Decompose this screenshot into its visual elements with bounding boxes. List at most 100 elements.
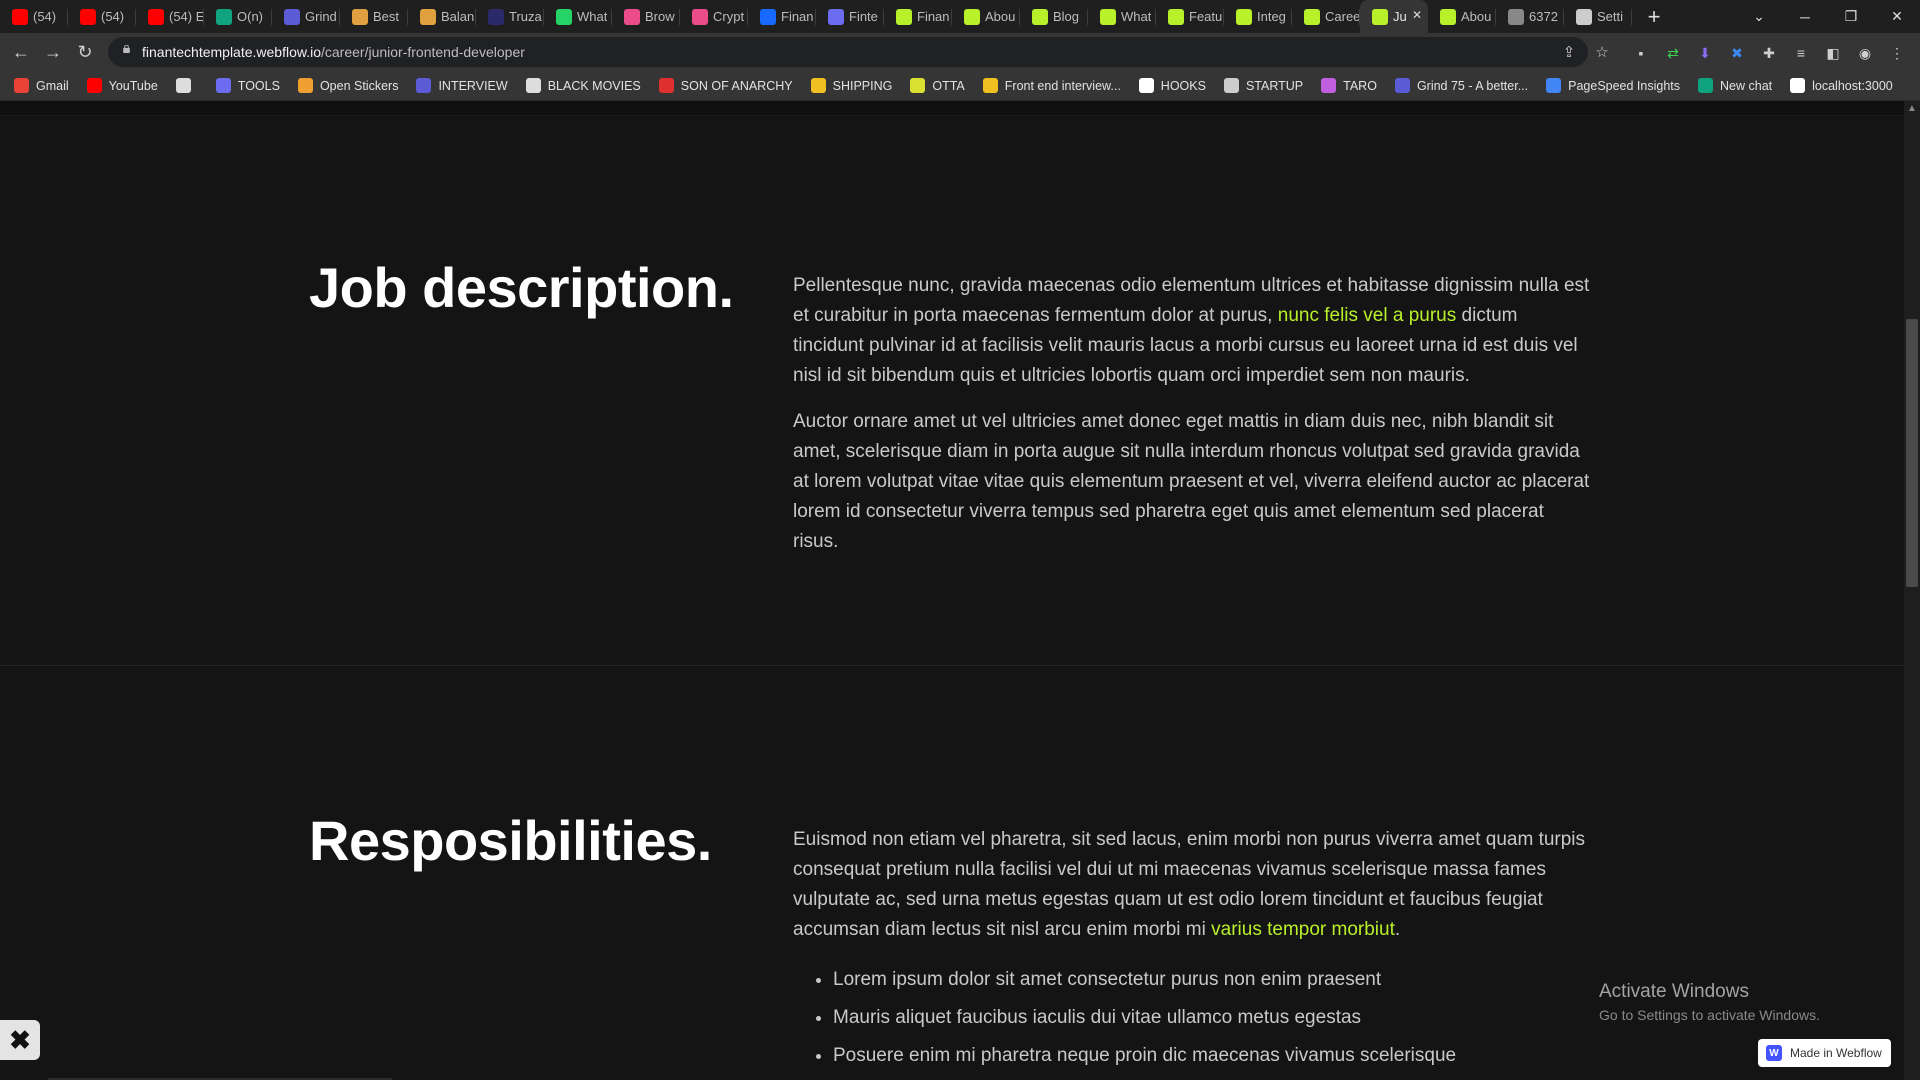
bookmark-item[interactable]: YouTube — [86, 78, 158, 93]
browser-tab[interactable]: Abou — [952, 0, 1020, 33]
browser-tab[interactable]: (54) — [68, 0, 136, 33]
webflow-badge-label: Made in Webflow — [1790, 1046, 1882, 1060]
made-in-webflow-badge[interactable]: W Made in Webflow — [1758, 1039, 1891, 1067]
address-bar[interactable]: finantechtemplate.webflow.io/career/juni… — [108, 37, 1588, 67]
bookmark-item[interactable]: SON OF ANARCHY — [658, 78, 793, 93]
tab-close-icon[interactable]: ✕ — [1412, 8, 1422, 22]
bookmarks-bar: Gmail YouTube TOOLS Open Stickers INTERVIEW B… — [0, 71, 1920, 101]
menu-icon[interactable]: ⋮ — [1886, 42, 1908, 64]
side-panel-icon[interactable]: ◧ — [1822, 42, 1844, 64]
bookmark-label: STARTUP — [1245, 78, 1304, 93]
browser-tab[interactable]: Balan — [408, 0, 476, 33]
puzzle-icon[interactable]: ✚ — [1758, 42, 1780, 64]
browser-tab[interactable]: Finan — [748, 0, 816, 33]
browser-tab[interactable]: Setti — [1564, 0, 1632, 33]
bookmark-item[interactable]: SHIPPING — [810, 78, 892, 93]
lock-icon — [123, 45, 130, 53]
bookmark-item[interactable]: TARO — [1321, 78, 1377, 93]
tab-title: Crypt — [713, 9, 745, 24]
browser-tab[interactable]: Abou — [1428, 0, 1496, 33]
tab-title: Caree — [1325, 9, 1360, 24]
browser-tab[interactable]: Ju ✕ — [1360, 0, 1428, 33]
forward-icon[interactable]: → — [42, 41, 64, 63]
browser-tab[interactable]: Integ — [1224, 0, 1292, 33]
finantech-icon — [1304, 8, 1320, 25]
bookmark-item[interactable]: BLACK MOVIES — [525, 78, 641, 93]
reload-icon[interactable]: ↻ — [74, 41, 96, 63]
bookmark-item[interactable]: PageSpeed Insights — [1546, 78, 1680, 93]
reading-list-icon[interactable]: ≡ — [1790, 42, 1812, 64]
browser-tab[interactable]: Finan — [884, 0, 952, 33]
job-description-paragraph-2: Auctor ornare amet ut vel ultricies amet… — [793, 411, 1590, 552]
back-icon[interactable]: ← — [10, 41, 32, 63]
browser-tab[interactable]: Grind — [272, 0, 340, 33]
browser-tab[interactable]: Crypt — [680, 0, 748, 33]
profile-avatar[interactable]: ◉ — [1854, 42, 1876, 64]
bookmark-item[interactable]: Gmail — [14, 78, 69, 93]
webflow-icon: W — [1766, 1045, 1782, 1061]
close-x-icon[interactable]: ✖ — [0, 1020, 40, 1060]
browser-tab[interactable]: Blog — [1020, 0, 1088, 33]
bookmark-item[interactable]: Front end interview... — [982, 78, 1121, 93]
bookmark-item[interactable]: Grind 75 - A better... — [1394, 78, 1528, 93]
browser-tab[interactable]: What — [544, 0, 612, 33]
extension-icon[interactable]: ▪ — [1630, 42, 1652, 64]
bookmark-item[interactable]: Open Stickers — [297, 78, 398, 93]
tab-title: Brow — [645, 9, 675, 24]
bookmark-label: PageSpeed Insights — [1568, 78, 1681, 93]
browser-tab[interactable]: Best — [340, 0, 408, 33]
tab-title: Integ — [1257, 9, 1286, 24]
star-icon[interactable]: ☆ — [1592, 42, 1612, 62]
page-scrollbar[interactable]: ▲ — [1904, 101, 1920, 1080]
bookmark-label: SON OF ANARCHY — [680, 78, 793, 93]
bookmark-item[interactable]: OTTA — [910, 78, 965, 93]
bookmark-item[interactable]: INTERVIEW — [416, 78, 508, 93]
finantech-icon — [1168, 8, 1184, 25]
browser-tab[interactable]: 6372 — [1496, 0, 1564, 33]
download-extension-icon[interactable]: ⬇ — [1694, 42, 1716, 64]
bookmark-item[interactable]: New chat — [1698, 78, 1772, 93]
url-text: finantechtemplate.webflow.io/career/juni… — [142, 44, 525, 60]
maximize-button[interactable]: ❐ — [1828, 0, 1874, 33]
bookmark-label: New chat — [1720, 78, 1773, 93]
behance-icon — [760, 8, 776, 25]
x-extension-icon[interactable]: ✖ — [1726, 42, 1748, 64]
new-tab-button[interactable]: + — [1636, 0, 1672, 33]
bookmark-item[interactable] — [175, 78, 198, 93]
bookmark-item[interactable]: HOOKS — [1138, 78, 1206, 93]
otta-icon — [910, 78, 926, 93]
browser-tab[interactable]: (54) — [0, 0, 68, 33]
tab-search-icon[interactable]: ⌄ — [1736, 0, 1782, 33]
interview-icon — [416, 78, 432, 93]
article-icon — [352, 8, 368, 25]
browser-tab[interactable]: (54) E — [136, 0, 204, 33]
text-span: Euismod non etiam vel pharetra, sit sed … — [793, 829, 1586, 940]
share-icon[interactable]: ⇪ — [1559, 42, 1579, 62]
inline-link[interactable]: nunc felis vel a purus — [1278, 305, 1457, 326]
tab-title: Finan — [917, 9, 950, 24]
job-description-paragraph-1: Pellentesque nunc, gravida maecenas odio… — [793, 271, 1593, 391]
browser-tab[interactable]: O(n) — [204, 0, 272, 33]
youtube-icon — [148, 8, 164, 25]
scrollbar-thumb[interactable] — [1906, 319, 1918, 587]
inline-link[interactable]: varius tempor morbiut — [1211, 919, 1395, 940]
bookmark-item[interactable]: STARTUP — [1223, 78, 1304, 93]
url-path: /career/junior-frontend-developer — [321, 44, 525, 60]
bookmark-item[interactable]: TOOLS — [215, 78, 280, 93]
browser-tab[interactable]: Truza — [476, 0, 544, 33]
dribbble-icon — [692, 8, 708, 25]
browser-tab[interactable]: Finte — [816, 0, 884, 33]
text-span: . — [1394, 919, 1401, 940]
finantech-icon — [1032, 8, 1048, 25]
browser-tab[interactable]: Brow — [612, 0, 680, 33]
sync-extension-icon[interactable]: ⇄ — [1662, 42, 1684, 64]
close-window-button[interactable]: ✕ — [1874, 0, 1920, 33]
browser-tab[interactable]: Featu — [1156, 0, 1224, 33]
browser-tab[interactable]: Caree — [1292, 0, 1360, 33]
scroll-up-icon[interactable]: ▲ — [1907, 103, 1917, 114]
browser-tab[interactable]: What — [1088, 0, 1156, 33]
bookmark-item[interactable]: localhost:3000 — [1790, 78, 1893, 93]
minimize-button[interactable]: ─ — [1782, 0, 1828, 33]
taro-icon — [1321, 78, 1337, 93]
gmail-icon — [14, 78, 29, 93]
